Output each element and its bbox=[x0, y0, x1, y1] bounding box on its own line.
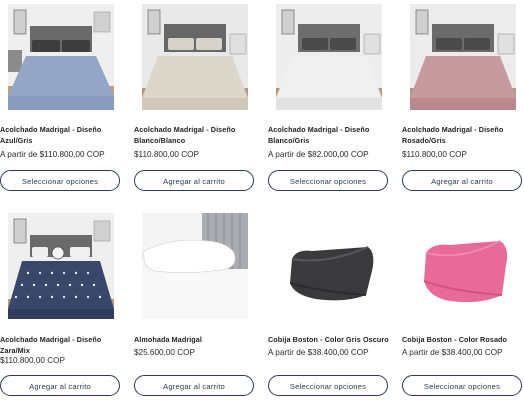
product-title[interactable]: Acolchado Madrigal - Diseño Rosado/Gris bbox=[402, 125, 524, 146]
select-options-button[interactable]: Seleccionar opciones bbox=[268, 170, 388, 191]
product-price: $110.800,00 COP bbox=[134, 150, 199, 159]
product-title[interactable]: Cobija Boston - Color Rosado bbox=[402, 335, 524, 346]
product-image-pink-gray-bedspread[interactable] bbox=[410, 4, 516, 110]
product-title[interactable]: Cobija Boston - Color Gris Oscuro bbox=[268, 335, 392, 346]
product-price: A partir de $110.800,00 COP bbox=[0, 150, 105, 159]
product-price: $25.600,00 COP bbox=[134, 348, 195, 357]
product-image-pink-blanket[interactable] bbox=[410, 213, 516, 319]
product-price: A partir de $82.000,00 COP bbox=[268, 150, 369, 159]
product-image-white-bedspread[interactable] bbox=[142, 4, 248, 110]
product-title[interactable]: Acolchado Madrigal - Diseño Zara/Mix bbox=[0, 335, 124, 356]
product-title[interactable]: Acolchado Madrigal - Diseño Azul/Gris bbox=[0, 125, 124, 146]
product-image-white-gray-bedspread[interactable] bbox=[276, 4, 382, 110]
add-to-cart-button[interactable]: Agregar al carrito bbox=[402, 170, 522, 191]
product-price: A partir de $38.400,00 COP bbox=[268, 348, 369, 357]
add-to-cart-button[interactable]: Agregar al carrito bbox=[0, 375, 120, 396]
product-image-blue-gray-bedspread[interactable] bbox=[8, 4, 114, 110]
product-price: $110.800,00 COP bbox=[402, 150, 467, 159]
product-price: A partir de $38.400,00 COP bbox=[402, 348, 503, 357]
product-image-pillow[interactable] bbox=[142, 213, 248, 319]
product-price: $110.800,00 COP bbox=[0, 356, 65, 365]
add-to-cart-button[interactable]: Agregar al carrito bbox=[134, 170, 254, 191]
product-title[interactable]: Acolchado Madrigal - Diseño Blanco/Gris bbox=[268, 125, 392, 146]
select-options-button[interactable]: Seleccionar opciones bbox=[402, 375, 522, 396]
product-title[interactable]: Almohada Madrigal bbox=[134, 335, 258, 346]
select-options-button[interactable]: Seleccionar opciones bbox=[268, 375, 388, 396]
product-image-dark-gray-blanket[interactable] bbox=[276, 213, 382, 319]
product-image-zara-mix-bedspread[interactable] bbox=[8, 213, 114, 319]
product-title[interactable]: Acolchado Madrigal - Diseño Blanco/Blanc… bbox=[134, 125, 258, 146]
select-options-button[interactable]: Seleccionar opciones bbox=[0, 170, 120, 191]
add-to-cart-button[interactable]: Agregar al carrito bbox=[134, 375, 254, 396]
